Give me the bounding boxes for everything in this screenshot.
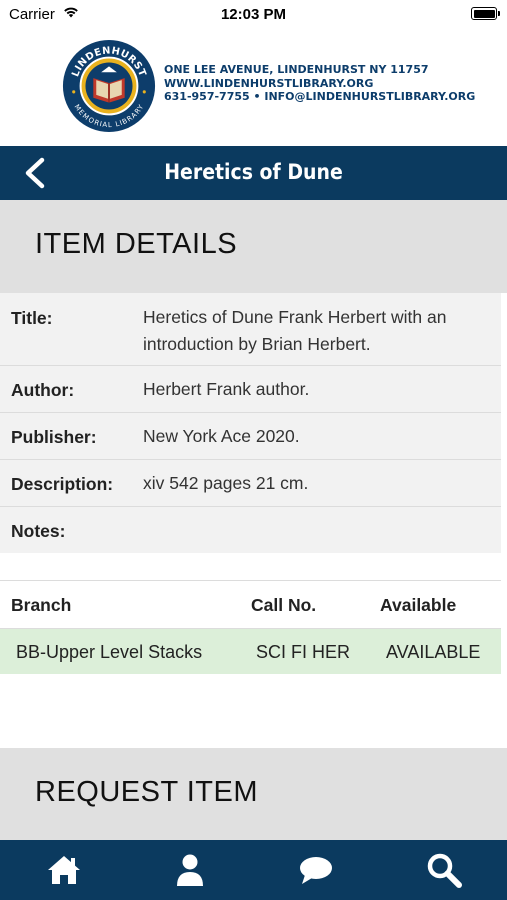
availability-row[interactable]: BB-Upper Level Stacks SCI FI HER AVAILAB…: [0, 629, 501, 674]
item-details-heading: ITEM DETAILS: [35, 228, 238, 260]
status-bar: Carrier 12:03 PM: [0, 0, 507, 28]
detail-label: Description:: [11, 474, 114, 494]
detail-value: Herbert Frank author.: [143, 379, 310, 399]
request-item-section-header[interactable]: REQUEST ITEM: [0, 748, 507, 840]
detail-row-description: Description: xiv 542 pages 21 cm.: [0, 460, 501, 507]
detail-label: Notes:: [11, 521, 66, 541]
clock: 12:03 PM: [220, 6, 287, 23]
bottom-tab-bar: [0, 840, 507, 900]
battery-icon: [471, 7, 500, 20]
detail-value: New York Ace 2020.: [143, 426, 300, 446]
library-website[interactable]: WWW.LINDENHURSTLIBRARY.ORG: [164, 77, 475, 91]
detail-value: xiv 542 pages 21 cm.: [143, 473, 309, 493]
library-header: LINDENHURST MEMORIAL LIBRARY ONE LEE AVE…: [0, 28, 507, 146]
detail-row-title: Title: Heretics of Dune Frank Herbert wi…: [0, 293, 501, 366]
detail-row-notes: Notes:: [0, 507, 501, 553]
page-title: Heretics of Dune: [164, 160, 343, 184]
detail-value: Heretics of Dune Frank Herbert with an i…: [143, 307, 447, 354]
detail-label: Author:: [11, 380, 75, 400]
library-contact[interactable]: 631-957-7755 • INFO@LINDENHURSTLIBRARY.O…: [164, 90, 475, 104]
detail-label: Publisher:: [11, 427, 97, 447]
library-logo: LINDENHURST MEMORIAL LIBRARY: [60, 37, 158, 135]
available-cell: AVAILABLE: [386, 642, 481, 662]
chat-icon[interactable]: [296, 850, 336, 890]
library-address: ONE LEE AVENUE, LINDENHURST NY 11757: [164, 63, 429, 76]
call-no-cell: SCI FI HER: [256, 642, 351, 662]
branch-cell: BB-Upper Level Stacks: [16, 642, 203, 662]
availability-table: Branch Call No. Available BB-Upper Level…: [0, 580, 501, 674]
request-item-heading: REQUEST ITEM: [35, 776, 258, 808]
availability-header-row: Branch Call No. Available: [0, 580, 501, 629]
detail-row-publisher: Publisher: New York Ace 2020.: [0, 413, 501, 460]
detail-row-author: Author: Herbert Frank author.: [0, 366, 501, 413]
library-contact-info: ONE LEE AVENUE, LINDENHURST NY 11757 WWW…: [164, 63, 475, 104]
column-header-available: Available: [380, 595, 457, 615]
search-icon[interactable]: [424, 850, 464, 890]
user-icon[interactable]: [170, 850, 210, 890]
item-details-section-header: ITEM DETAILS: [0, 200, 507, 293]
navigation-bar: Heretics of Dune: [0, 146, 507, 200]
column-header-call-no: Call No.: [251, 595, 317, 615]
detail-label: Title:: [11, 308, 53, 328]
item-details-table: Title: Heretics of Dune Frank Herbert wi…: [0, 293, 501, 553]
home-icon[interactable]: [44, 850, 84, 890]
column-header-branch: Branch: [11, 595, 72, 615]
